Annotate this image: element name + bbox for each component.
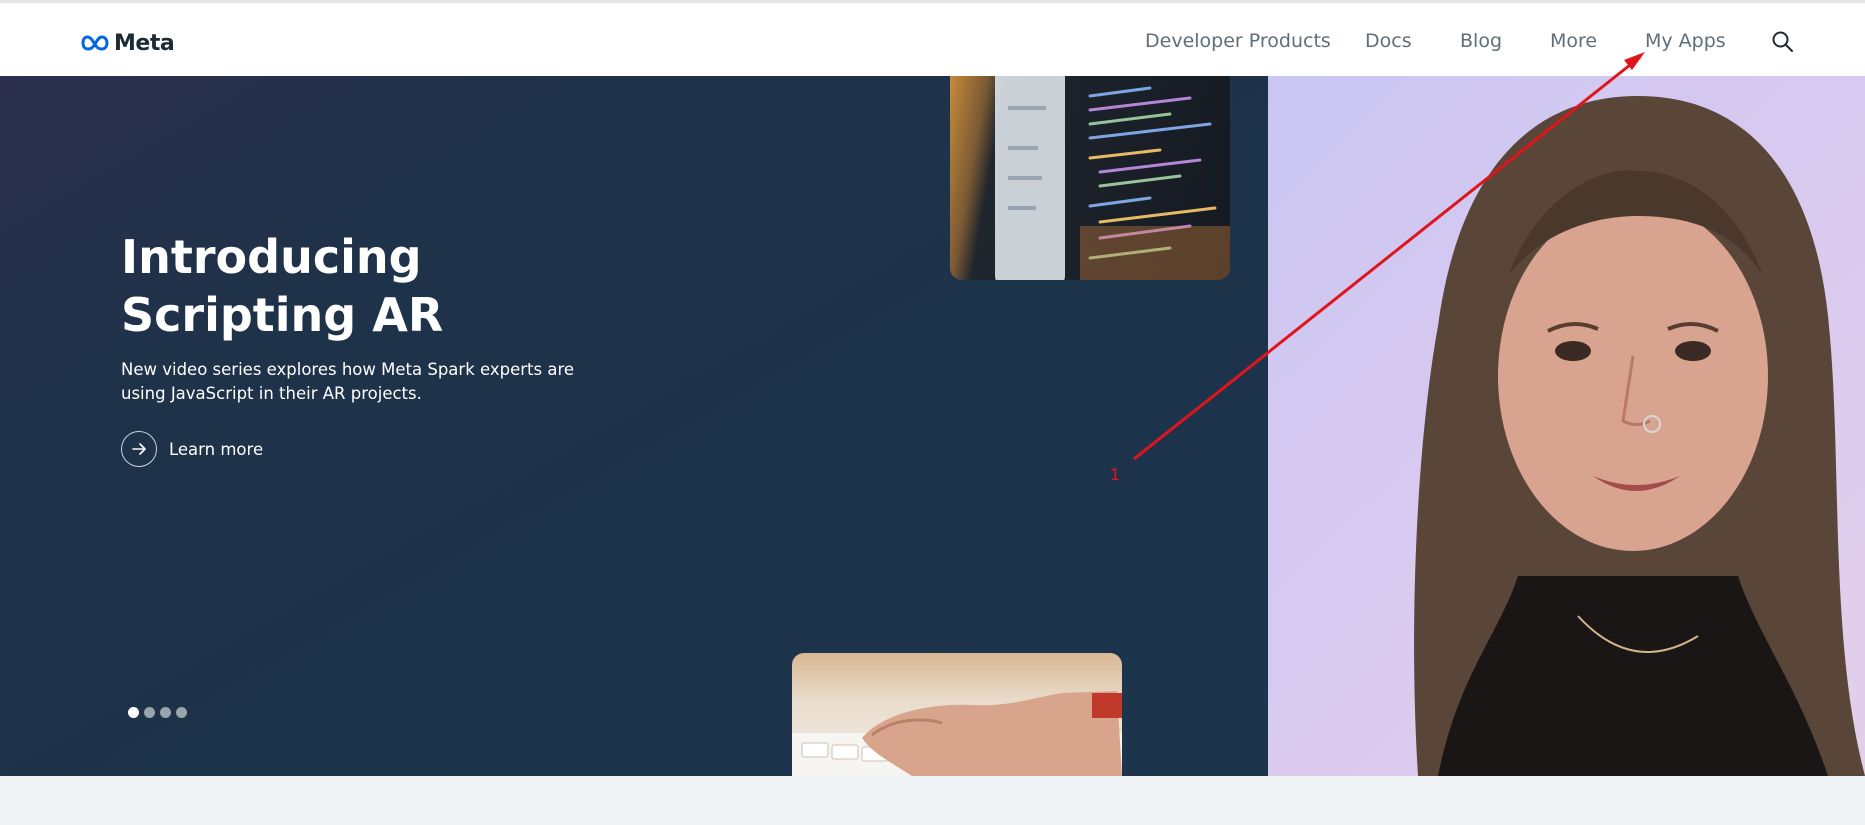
nav-more[interactable]: More (1550, 30, 1597, 58)
learn-more-link[interactable]: Learn more (121, 431, 263, 467)
nav-my-apps[interactable]: My Apps (1645, 30, 1726, 58)
nav-developer-products[interactable]: Developer Products (1145, 30, 1331, 58)
carousel-dot-1[interactable] (128, 707, 139, 718)
carousel-dot-4[interactable] (176, 707, 187, 718)
hero-carousel: Introducing Scripting AR New video serie… (0, 76, 1268, 776)
hero-title: Introducing Scripting AR (121, 230, 444, 342)
annotation-label: 1 (1110, 465, 1121, 484)
carousel-dot-3[interactable] (160, 707, 171, 718)
carousel-dots (128, 707, 187, 718)
meta-infinity-logo-icon (81, 35, 109, 51)
arrow-right-icon (121, 431, 157, 467)
logo-text: Meta (114, 30, 175, 56)
code-screen-image (950, 76, 1230, 280)
keyboard-hand-image (792, 653, 1122, 776)
nav-blog[interactable]: Blog (1460, 30, 1502, 58)
learn-more-label: Learn more (169, 439, 264, 459)
site-header: Meta Developer Products Docs Blog More M… (0, 3, 1865, 76)
carousel-dot-2[interactable] (144, 707, 155, 718)
page-below-hero (0, 776, 1865, 825)
meta-logo-link[interactable]: Meta (80, 29, 175, 57)
hero-subtitle: New video series explores how Meta Spark… (121, 360, 575, 403)
presenter-photo (1268, 76, 1865, 776)
nav-docs[interactable]: Docs (1365, 30, 1412, 58)
search-icon[interactable] (1770, 29, 1796, 55)
